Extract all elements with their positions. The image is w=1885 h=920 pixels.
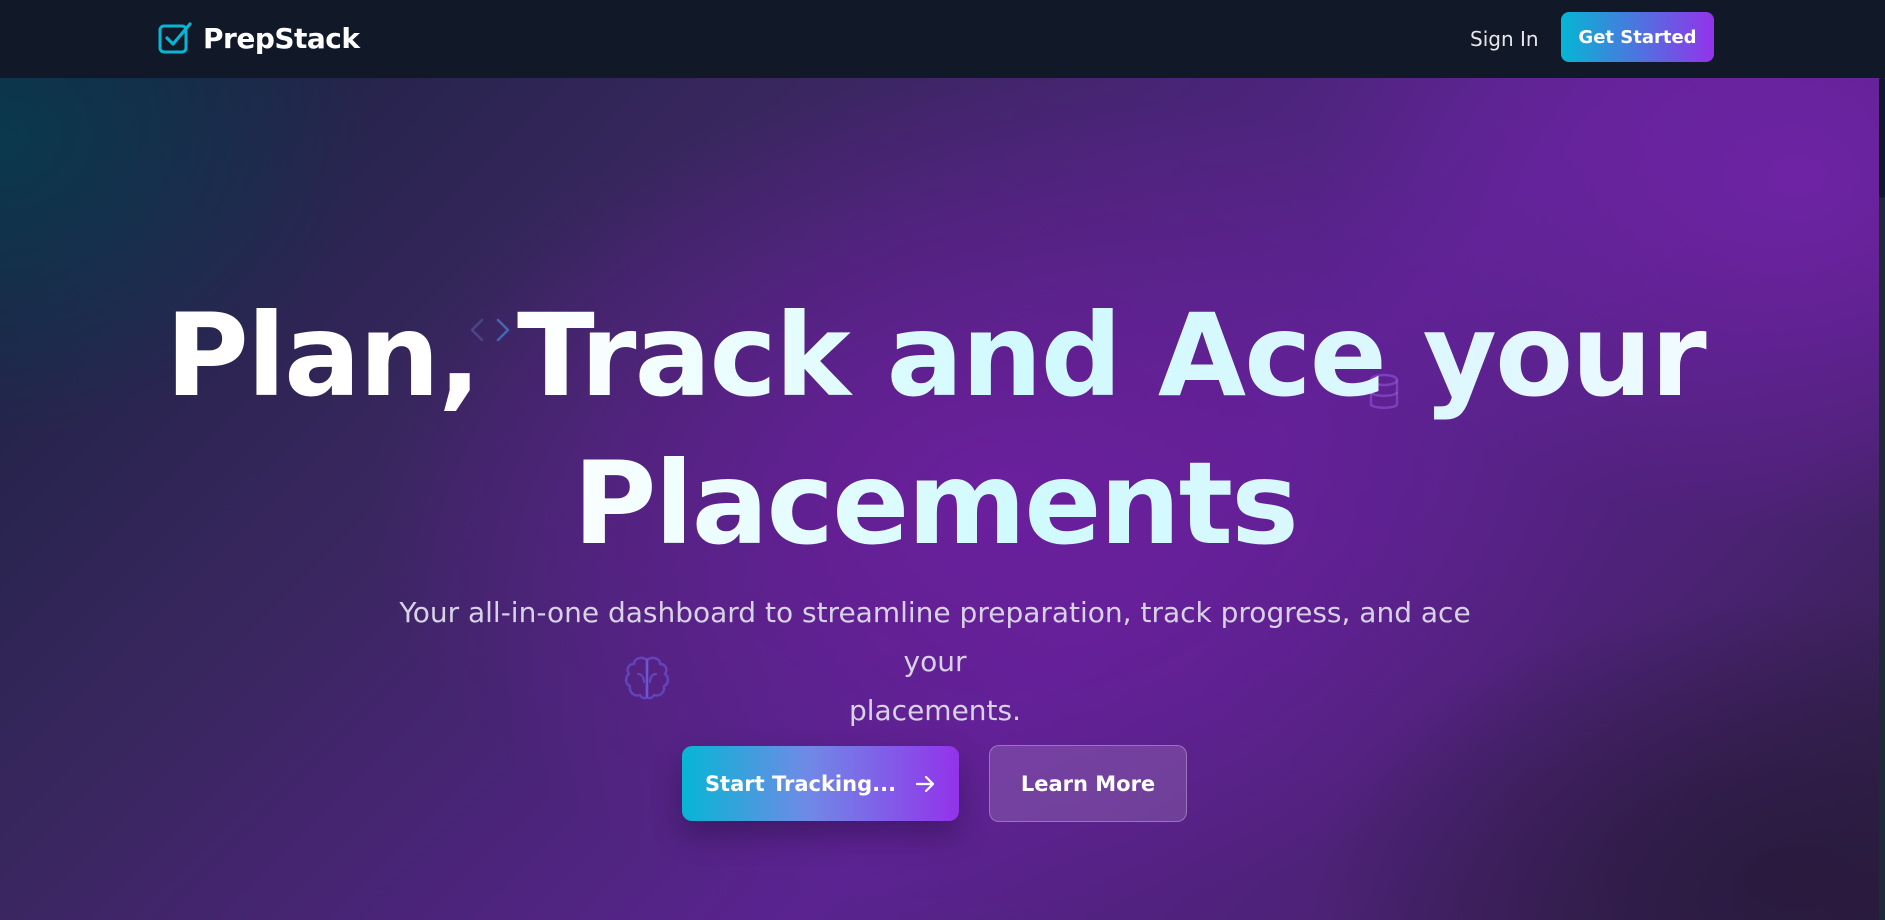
top-navbar: PrepStack Sign In Get Started: [0, 0, 1885, 78]
arrow-right-icon: [915, 775, 935, 792]
page-scrollbar-thumb[interactable]: [1879, 78, 1885, 198]
start-tracking-label: Start Tracking...: [704, 771, 897, 796]
hero-subtitle: Your all-in-one dashboard to streamline …: [380, 588, 1490, 735]
hero-subtitle-line-2: placements.: [848, 694, 1022, 727]
hero-headline: Plan, Track and Ace your Placements: [0, 282, 1870, 578]
sign-in-link[interactable]: Sign In: [1470, 25, 1539, 53]
hero-headline-line-1: Plan, Track and Ace your: [165, 289, 1705, 422]
brand-name: PrepStack: [203, 21, 360, 55]
hero-subtitle-line-1: Your all-in-one dashboard to streamline …: [399, 596, 1471, 678]
hero-headline-line-2: Placements: [572, 437, 1298, 570]
start-tracking-button[interactable]: Start Tracking...: [682, 746, 959, 821]
checkbox-icon: [158, 22, 192, 54]
brand-logo[interactable]: PrepStack: [157, 19, 360, 57]
page-scrollbar[interactable]: [1879, 78, 1885, 920]
get-started-button[interactable]: Get Started: [1561, 12, 1714, 62]
learn-more-button[interactable]: Learn More: [989, 745, 1187, 822]
